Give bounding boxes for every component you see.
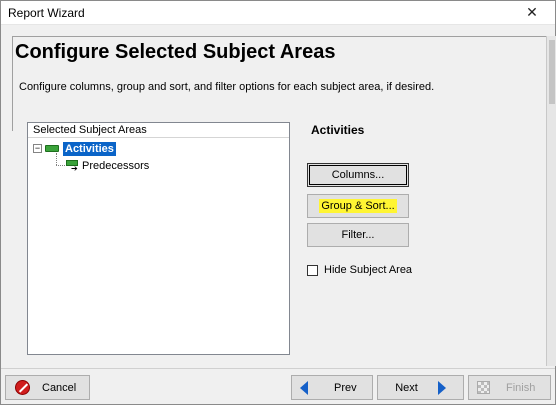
columns-button-label: Columns... [331, 169, 385, 181]
tree-item-activities[interactable]: − Activities [33, 141, 116, 156]
columns-button[interactable]: Columns... [307, 163, 409, 187]
filter-button-label: Filter... [341, 229, 375, 241]
filter-button[interactable]: Filter... [307, 223, 409, 247]
cancel-button-label: Cancel [42, 381, 77, 394]
report-wizard-window: Report Wizard ✕ Configure Selected Subje… [0, 0, 556, 405]
page-description: Configure columns, group and sort, and f… [19, 81, 435, 93]
tree-connector-line [56, 153, 57, 165]
tree-item-predecessors[interactable]: ➔ Predecessors [66, 158, 149, 173]
group-sort-button-label: Group & Sort... [319, 199, 397, 213]
prev-button-label: Prev [334, 381, 357, 394]
page-title: Configure Selected Subject Areas [15, 41, 336, 63]
next-button-label: Next [395, 381, 418, 394]
hide-subject-area-label[interactable]: Hide Subject Area [324, 264, 412, 276]
hide-subject-area-checkbox[interactable] [307, 264, 318, 276]
tree-connector-line [56, 165, 65, 166]
wizard-header: Configure Selected Subject Areas Configu… [12, 36, 546, 131]
subject-areas-tree[interactable]: Selected Subject Areas [27, 122, 290, 355]
next-button[interactable]: Next [377, 375, 464, 400]
collapse-icon[interactable]: − [33, 144, 42, 153]
close-icon[interactable]: ✕ [509, 1, 555, 24]
hide-subject-area-checkbox-row[interactable]: Hide Subject Area [307, 264, 412, 276]
cancel-icon [15, 380, 30, 395]
finish-button-label: Finish [506, 381, 536, 394]
group-sort-button[interactable]: Group & Sort... [307, 194, 409, 218]
arrow-right-icon [437, 380, 446, 395]
footer-divider [1, 368, 555, 369]
cancel-button[interactable]: Cancel [5, 375, 90, 400]
tree-item-label[interactable]: Activities [63, 141, 116, 156]
finish-button[interactable]: Finish [468, 375, 551, 400]
vertical-scrollbar[interactable] [546, 36, 556, 366]
subject-area-icon [45, 145, 59, 152]
tree-column-header: Selected Subject Areas [28, 123, 289, 138]
title-bar: Report Wizard ✕ [1, 1, 555, 25]
tree-item-label[interactable]: Predecessors [82, 160, 149, 172]
relationship-icon: ➔ [66, 160, 78, 173]
arrow-left-icon [300, 380, 308, 395]
scrollbar-thumb[interactable] [549, 40, 555, 104]
window-title: Report Wizard [8, 6, 85, 20]
checkered-flag-icon [477, 381, 490, 394]
prev-button[interactable]: Prev [291, 375, 373, 400]
selected-area-title: Activities [311, 123, 365, 137]
